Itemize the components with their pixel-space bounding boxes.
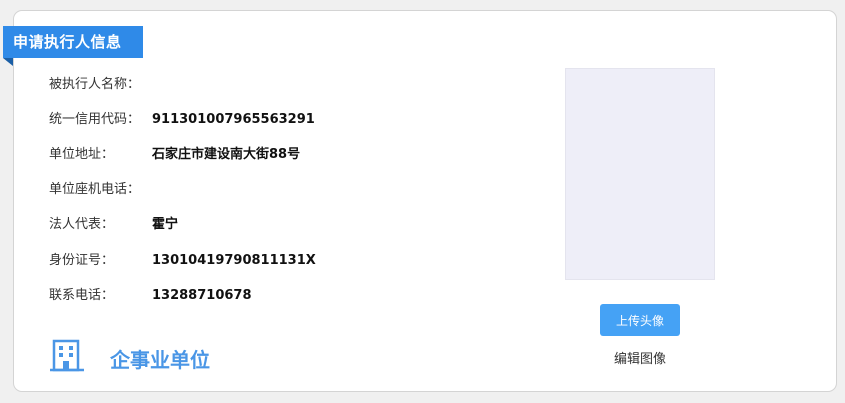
field-value: 霍宁 bbox=[152, 217, 179, 232]
field-credit-code: 统一信用代码： 911301007965563291 bbox=[49, 110, 315, 130]
field-value: 石家庄市建设南大街88号 bbox=[152, 147, 301, 162]
section-title: 申请执行人信息 bbox=[13, 33, 122, 51]
field-label: 被执行人名称： bbox=[49, 77, 141, 92]
building-icon bbox=[50, 338, 86, 374]
upload-avatar-button[interactable]: 上传头像 bbox=[600, 304, 680, 336]
field-label: 联系电话： bbox=[49, 288, 115, 303]
ribbon-fold bbox=[3, 58, 13, 66]
field-legal-representative: 法人代表： 霍宁 bbox=[49, 215, 178, 235]
field-landline: 单位座机电话： bbox=[49, 180, 152, 200]
field-respondent-name: 被执行人名称： bbox=[49, 75, 152, 95]
field-label: 身份证号： bbox=[49, 253, 115, 268]
field-address: 单位地址： 石家庄市建设南大街88号 bbox=[49, 145, 300, 165]
field-value: 13010419790811131X bbox=[152, 253, 316, 268]
field-label: 单位地址： bbox=[49, 147, 115, 162]
field-value: 13288710678 bbox=[152, 288, 252, 303]
field-label: 法人代表： bbox=[49, 217, 115, 232]
avatar-image bbox=[565, 68, 715, 280]
section-title-ribbon: 申请执行人信息 bbox=[3, 26, 143, 58]
field-phone: 联系电话： 13288710678 bbox=[49, 286, 252, 306]
field-id-number: 身份证号： 13010419790811131X bbox=[49, 251, 316, 271]
org-type-label: 企事业单位 bbox=[110, 348, 210, 372]
field-label: 单位座机电话： bbox=[49, 182, 141, 197]
field-label: 统一信用代码： bbox=[49, 112, 141, 127]
edit-image-link[interactable]: 编辑图像 bbox=[600, 350, 680, 370]
field-value: 911301007965563291 bbox=[152, 112, 315, 127]
